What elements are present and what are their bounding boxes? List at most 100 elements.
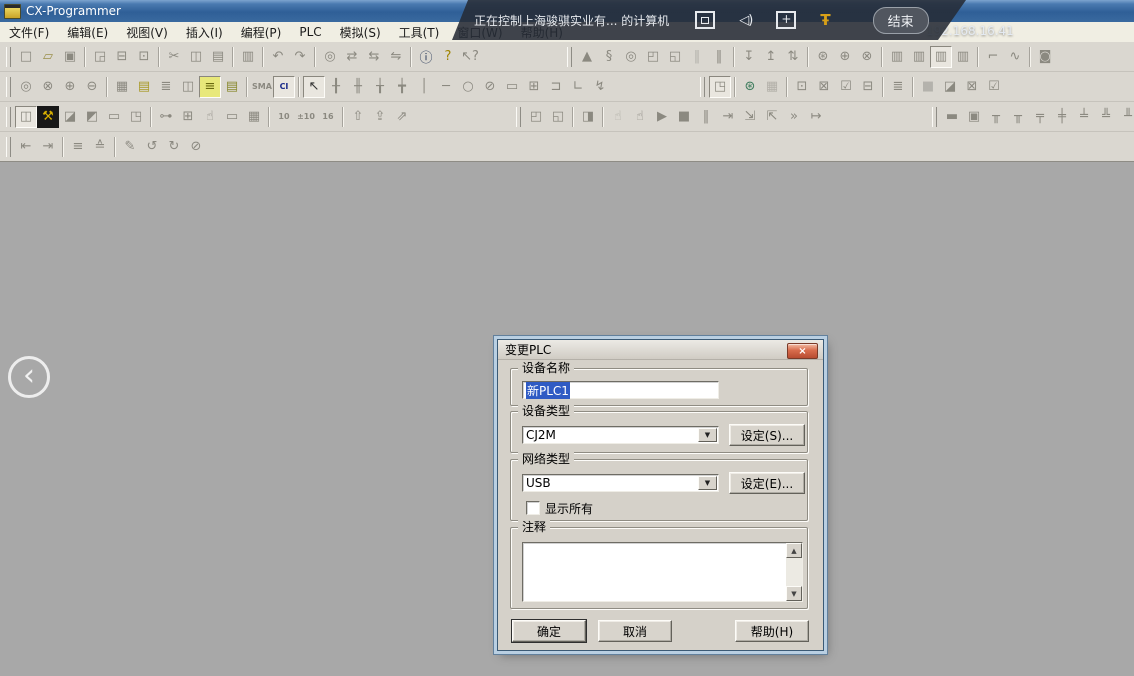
local-symbols-icon[interactable]: ▤ xyxy=(221,76,243,98)
menu-item-6[interactable]: 模拟(S) xyxy=(331,22,390,43)
io-link-a-icon[interactable]: ╥ xyxy=(985,106,1007,128)
properties-icon[interactable]: ◳ xyxy=(125,106,147,128)
menu-item-5[interactable]: PLC xyxy=(290,23,330,41)
horizontal-line-icon[interactable]: ─ xyxy=(435,76,457,98)
rail-1-icon[interactable]: ╤ xyxy=(1029,106,1051,128)
print-preview-icon[interactable]: ⊡ xyxy=(133,46,155,68)
contact-open-icon[interactable]: ╂ xyxy=(325,76,347,98)
clear-marks-icon[interactable]: ⊘ xyxy=(185,136,207,158)
toolbar-grip[interactable] xyxy=(567,47,572,67)
print-icon[interactable]: ⊟ xyxy=(111,46,133,68)
select-mode-icon[interactable]: ↖ xyxy=(303,76,325,98)
network-node-icon[interactable]: ▣ xyxy=(963,106,985,128)
memory-view-icon[interactable]: ▥ xyxy=(930,46,952,68)
align-list-icon[interactable]: ≡ xyxy=(67,136,89,158)
next-mark-icon[interactable]: ↻ xyxy=(163,136,185,158)
note-editor-icon[interactable]: ▭ xyxy=(221,106,243,128)
rail-2-icon[interactable]: ╪ xyxy=(1051,106,1073,128)
waveform-monitor-icon[interactable]: ∿ xyxy=(1004,46,1026,68)
paste-icon[interactable]: ▤ xyxy=(207,46,229,68)
instruction-icon[interactable]: ▭ xyxy=(501,76,523,98)
menu-item-4[interactable]: 编程(P) xyxy=(232,22,291,43)
continuous-step-icon[interactable]: » xyxy=(783,106,805,128)
dialog-title-bar[interactable]: 变更PLC × xyxy=(498,340,823,360)
block-comment-icon[interactable]: ⊞ xyxy=(177,106,199,128)
replace-symbols-icon[interactable]: ⇆ xyxy=(363,46,385,68)
network-type-combobox[interactable]: USB ▼ xyxy=(522,474,719,492)
program-mode-icon[interactable]: ⊛ xyxy=(812,46,834,68)
simulator-online-icon[interactable]: § xyxy=(598,46,620,68)
menu-item-2[interactable]: 视图(V) xyxy=(117,22,177,43)
toolbar-grip[interactable] xyxy=(6,77,11,97)
run-to-break-icon[interactable]: ↦ xyxy=(805,106,827,128)
project-tree-icon[interactable]: ◫ xyxy=(15,106,37,128)
pause-monitor-icon[interactable]: ‖ xyxy=(686,46,708,68)
compile-icon[interactable]: ⊛ xyxy=(739,76,761,98)
comment-textarea[interactable]: ▲ ▼ xyxy=(522,542,803,602)
address-reference-tool-icon[interactable]: ▭ xyxy=(103,106,125,128)
change-case-icon[interactable]: ⇋ xyxy=(385,46,407,68)
rung-manager-icon[interactable]: ≣ xyxy=(887,76,909,98)
simulator-mode-icon[interactable]: ◨ xyxy=(577,106,599,128)
cut-icon[interactable]: ✂ xyxy=(163,46,185,68)
bookmark-pen-icon[interactable]: ✎ xyxy=(119,136,141,158)
coil-open-icon[interactable]: ○ xyxy=(457,76,479,98)
monitor-decimal-icon[interactable]: 10 xyxy=(273,106,295,128)
previous-mark-icon[interactable]: ↺ xyxy=(141,136,163,158)
zoom-in-icon[interactable]: ⊕ xyxy=(59,76,81,98)
force-status-window-icon[interactable]: ⊠ xyxy=(961,76,983,98)
scroll-up-icon[interactable]: ▲ xyxy=(786,543,802,558)
compare-with-plc-icon[interactable]: ⇅ xyxy=(782,46,804,68)
watch-window-icon[interactable]: ◩ xyxy=(81,106,103,128)
context-help-icon[interactable]: ↖? xyxy=(459,46,481,68)
back-overlay-button[interactable]: ‹ xyxy=(8,356,50,398)
device-settings-button[interactable]: 设定(S)... xyxy=(729,424,805,446)
program-check-icon[interactable]: ◳ xyxy=(709,76,731,98)
symbol-table-icon[interactable]: ≡ xyxy=(199,76,221,98)
monitor-in-rung-icon[interactable]: ◫ xyxy=(177,76,199,98)
force-cancel-icon[interactable]: ⇗ xyxy=(391,106,413,128)
about-info-icon[interactable]: ⓘ xyxy=(415,46,437,68)
menu-item-1[interactable]: 编辑(E) xyxy=(58,22,117,43)
sim-play-icon[interactable]: ▶ xyxy=(651,106,673,128)
show-comments-icon[interactable]: ▤ xyxy=(133,76,155,98)
toggle-grid-icon[interactable]: ▦ xyxy=(111,76,133,98)
help-topics-icon[interactable]: ? xyxy=(437,46,459,68)
pause-scan-icon[interactable]: ☝ xyxy=(607,106,629,128)
plc-settings-icon[interactable]: ▥ xyxy=(908,46,930,68)
scroll-down-icon[interactable]: ▼ xyxy=(786,586,802,601)
toolbar-grip[interactable] xyxy=(516,107,521,127)
save-project-icon[interactable]: ▣ xyxy=(59,46,81,68)
zoom-select-icon[interactable]: ⊗ xyxy=(37,76,59,98)
indent-right-icon[interactable]: ⇥ xyxy=(37,136,59,158)
monitor-hex-icon[interactable]: 16 xyxy=(317,106,339,128)
pin-icon[interactable]: Ŧ xyxy=(820,11,830,29)
simulator-window-icon[interactable]: ◰ xyxy=(525,106,547,128)
data-trace-icon[interactable]: ▥ xyxy=(952,46,974,68)
simulator-transfer-icon[interactable]: ◱ xyxy=(547,106,569,128)
auto-online-icon[interactable]: ◱ xyxy=(664,46,686,68)
edit-stamp-icon[interactable]: ☝ xyxy=(199,106,221,128)
end-session-button[interactable]: 结束 xyxy=(873,7,929,34)
work-online-icon[interactable]: ◰ xyxy=(642,46,664,68)
chevron-down-icon[interactable]: ▼ xyxy=(698,428,717,442)
sim-stop-icon[interactable]: ■ xyxy=(673,106,695,128)
page-setup-icon[interactable]: ◲ xyxy=(89,46,111,68)
step-out-icon[interactable]: ⇱ xyxy=(761,106,783,128)
online-edit-send-icon[interactable]: ⊠ xyxy=(813,76,835,98)
ok-button[interactable]: 确定 xyxy=(512,620,586,642)
device-type-combobox[interactable]: CJ2M ▼ xyxy=(522,426,719,444)
compile-all-icon[interactable]: ▦ xyxy=(761,76,783,98)
run-mode-icon[interactable]: ⊗ xyxy=(856,46,878,68)
menu-item-7[interactable]: 工具(T) xyxy=(390,22,449,43)
rail-4-icon[interactable]: ╩ xyxy=(1095,106,1117,128)
work-online-simulator-icon[interactable]: ▲ xyxy=(576,46,598,68)
force-set-icon[interactable]: ⇪ xyxy=(369,106,391,128)
find-icon[interactable]: ◎ xyxy=(319,46,341,68)
pause-icon[interactable]: ‖ xyxy=(708,46,730,68)
vertical-line-icon[interactable]: │ xyxy=(413,76,435,98)
rail-3-icon[interactable]: ╧ xyxy=(1073,106,1095,128)
copy-icon[interactable]: ◫ xyxy=(185,46,207,68)
or-contact-open-icon[interactable]: ╁ xyxy=(369,76,391,98)
download-to-plc-icon[interactable]: ↧ xyxy=(738,46,760,68)
